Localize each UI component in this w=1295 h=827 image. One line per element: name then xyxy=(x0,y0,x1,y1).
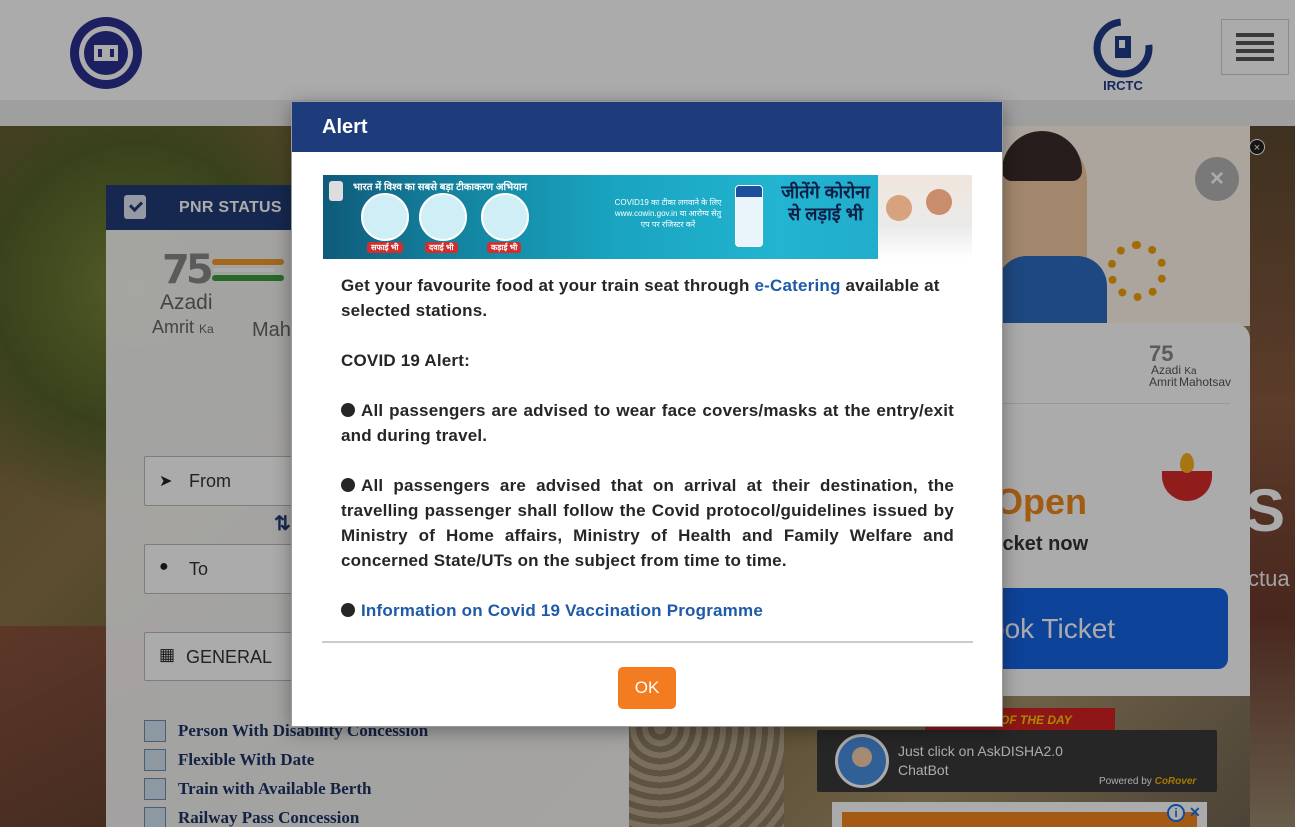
banner-registration-text: COVID19 का टीका लगवाने के लिए www.cowin.… xyxy=(614,198,722,229)
mask-advisory: All passengers are advised to wear face … xyxy=(341,398,954,448)
banner-slogan: जीतेंगे कोरोना से लड़ाई भी xyxy=(781,182,870,224)
distancing-icon xyxy=(481,193,529,241)
banner-photo xyxy=(878,175,972,259)
national-emblem-icon xyxy=(329,181,343,201)
bullet-icon xyxy=(341,603,355,617)
banner-caption: दवाई भी xyxy=(425,242,458,253)
covid-vaccination-banner[interactable]: भारत में विश्व का सबसे बड़ा टीकाकरण अभिय… xyxy=(323,175,972,259)
sanitizer-icon xyxy=(361,193,409,241)
banner-headline: भारत में विश्व का सबसे बड़ा टीकाकरण अभिय… xyxy=(353,182,528,193)
vaccination-info-link[interactable]: Information on Covid 19 Vaccination Prog… xyxy=(361,601,763,620)
vaccine-vial-icon xyxy=(735,185,763,247)
arrival-advisory: All passengers are advised that on arriv… xyxy=(341,473,954,573)
bullet-icon xyxy=(341,478,355,492)
mask-advisory-text: All passengers are advised to wear face … xyxy=(341,401,954,445)
ok-button[interactable]: OK xyxy=(618,667,676,709)
alert-dialog-header: Alert xyxy=(292,102,1002,152)
banner-caption: कड़ाई भी xyxy=(487,242,522,253)
vaccination-info: Information on Covid 19 Vaccination Prog… xyxy=(341,598,954,623)
medicine-icon xyxy=(419,193,467,241)
covid-alert-heading: COVID 19 Alert: xyxy=(341,351,470,370)
ecatering-text: Get your favourite food at your train se… xyxy=(341,276,755,295)
alert-dialog-title: Alert xyxy=(322,116,368,138)
bullet-icon xyxy=(341,403,355,417)
alert-dialog: Alert भारत में विश्व का सबसे बड़ा टीकाकर… xyxy=(291,101,1003,727)
alert-dialog-divider xyxy=(322,641,973,643)
ecatering-paragraph: Get your favourite food at your train se… xyxy=(341,273,954,323)
arrival-advisory-text: All passengers are advised that on arriv… xyxy=(341,476,954,570)
banner-caption: सफाई भी xyxy=(367,242,403,253)
ecatering-link[interactable]: e-Catering xyxy=(755,276,841,295)
